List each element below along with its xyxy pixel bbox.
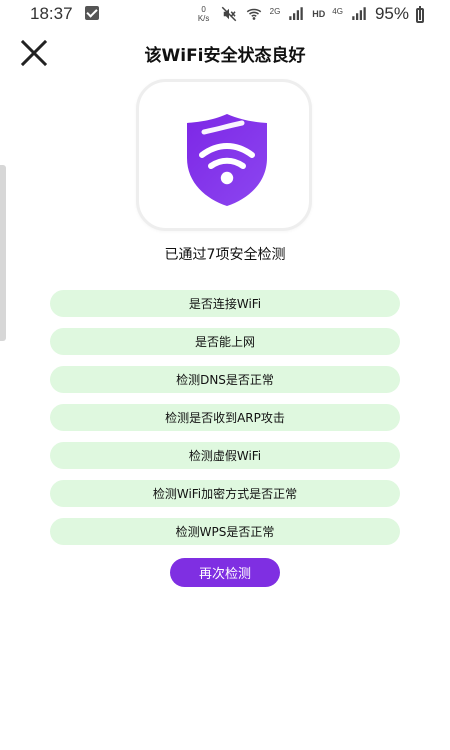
network-4g-label: 4G xyxy=(332,6,343,16)
check-item-fake-wifi: 检测虚假WiFi xyxy=(50,442,400,469)
shield-card xyxy=(136,79,312,231)
mute-icon xyxy=(221,6,236,22)
network-speed: 0 K/s xyxy=(195,5,213,23)
wifi-status-icon xyxy=(246,8,261,20)
check-item-arp: 检测是否收到ARP攻击 xyxy=(50,404,400,431)
shield-wifi-icon xyxy=(187,114,267,206)
status-time: 18:37 xyxy=(30,4,73,23)
signal-icon xyxy=(289,7,304,20)
notification-check-icon xyxy=(85,6,99,20)
recheck-button[interactable]: 再次检测 xyxy=(170,558,280,587)
hd-label: HD xyxy=(312,9,326,19)
security-check-list: 是否连接WiFi 是否能上网 检测DNS是否正常 检测是否收到ARP攻击 检测虚… xyxy=(50,290,400,556)
status-bar: 18:37 0 K/s 2G HD 4G 95% xyxy=(0,0,450,28)
battery-icon xyxy=(416,5,424,23)
signal-icon xyxy=(352,7,366,20)
check-item-dns: 检测DNS是否正常 xyxy=(50,366,400,393)
battery-percent: 95% xyxy=(374,4,409,23)
network-2g-label: 2G xyxy=(269,6,281,16)
scroll-handle[interactable] xyxy=(0,165,6,341)
page-title: 该WiFi安全状态良好 xyxy=(144,46,306,66)
security-summary: 已通过7项安全检测 xyxy=(164,247,286,263)
check-item-encryption: 检测WiFi加密方式是否正常 xyxy=(50,480,400,507)
check-item-internet: 是否能上网 xyxy=(50,328,400,355)
speed-unit: K/s xyxy=(197,14,210,23)
check-item-wps: 检测WPS是否正常 xyxy=(50,518,400,545)
speed-value: 0 xyxy=(201,5,206,14)
status-right-icons: 0 K/s 2G HD 4G 95% xyxy=(195,4,424,24)
check-item-connected-wifi: 是否连接WiFi xyxy=(50,290,400,317)
